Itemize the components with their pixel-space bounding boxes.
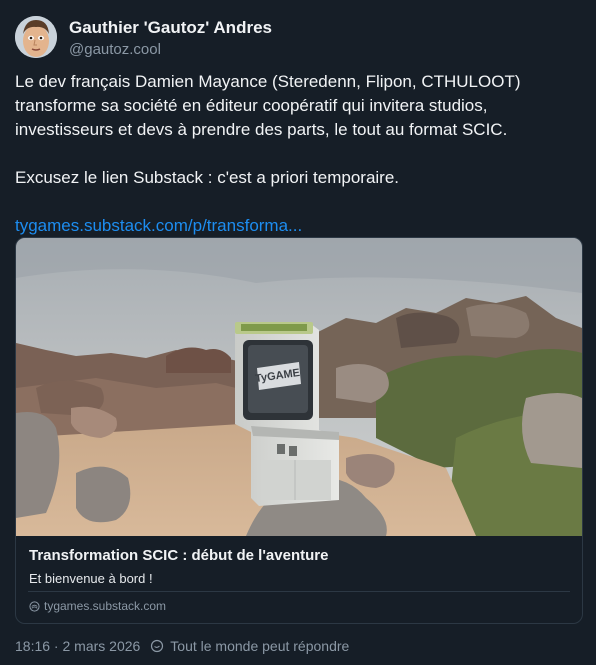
author-handle[interactable]: @gautoz.cool [69, 41, 161, 58]
link-preview-image: TyGAME [16, 238, 582, 536]
link-preview-description: Et bienvenue à bord ! [29, 571, 153, 586]
link-preview-domain: tygames.substack.com [44, 599, 167, 613]
post-link[interactable]: tygames.substack.com/p/transforma... [15, 216, 302, 235]
post-paragraph-1: Le dev français Damien Mayance (Stereden… [15, 72, 521, 139]
reply-permission-icon [150, 639, 164, 653]
post-timestamp[interactable]: 18:16 · 2 mars 2026 [15, 638, 140, 654]
reply-permission-label[interactable]: Tout le monde peut répondre [170, 638, 349, 654]
post-body: Le dev français Damien Mayance (Stereden… [15, 70, 580, 238]
link-preview-domain-row: tygames.substack.com [29, 599, 166, 613]
link-preview-title: Transformation SCIC : début de l'aventur… [29, 547, 329, 564]
link-preview-divider [28, 591, 570, 592]
post-meta: 18:16 · 2 mars 2026 Tout le monde peut r… [15, 638, 349, 654]
author-display-name[interactable]: Gauthier 'Gautoz' Andres [69, 18, 272, 38]
post-view: Gauthier 'Gautoz' Andres @gautoz.cool Le… [0, 0, 596, 665]
globe-icon [29, 600, 40, 612]
link-preview-card[interactable]: TyGAME Transformation SCIC : début de l'… [15, 237, 583, 624]
post-paragraph-2: Excusez le lien Substack : c'est a prior… [15, 168, 400, 187]
avatar[interactable] [15, 16, 57, 58]
